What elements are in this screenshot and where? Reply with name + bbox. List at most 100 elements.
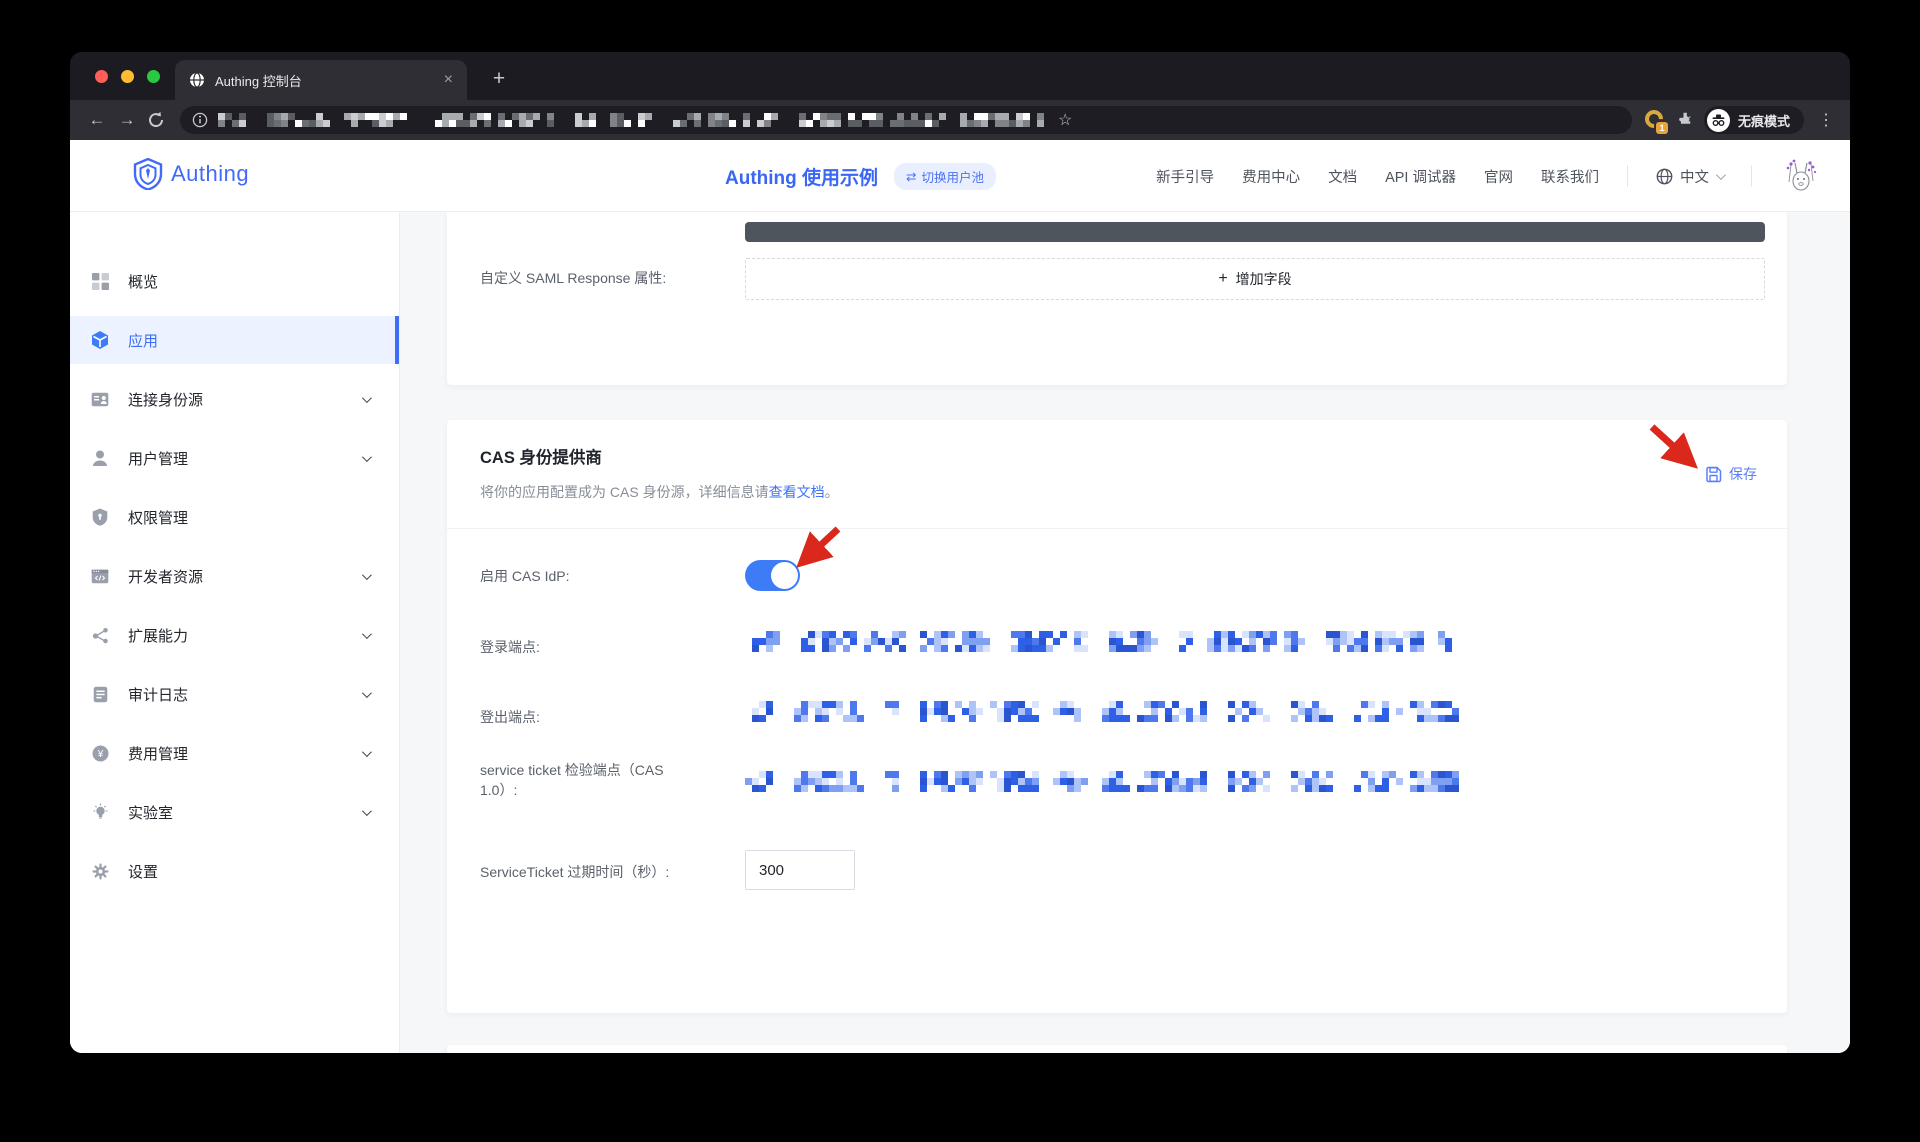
incognito-spy-icon [1707,109,1730,132]
sidebar-item-developer-resources[interactable]: 开发者资源 [70,552,399,600]
avatar-rabbit-illustration [1780,155,1822,197]
sidebar-item-settings[interactable]: 设置 [70,847,399,895]
chevron-down-icon [362,570,372,580]
back-button[interactable]: ← [82,110,112,130]
sidebar-item-audit-logs[interactable]: 审计日志 [70,670,399,718]
nav-item-website[interactable]: 官网 [1484,166,1513,187]
zoom-window-button[interactable] [147,70,160,83]
main-content: 自定义 SAML Response 属性: + 增加字段 CAS 身份提供商 将… [400,212,1850,1053]
sidebar-item-billing[interactable]: ¥ 费用管理 [70,729,399,777]
authing-console-page: Authing Authing 使用示例 ⇄ 切换用户池 新手引导 费用中心 文… [70,140,1850,1053]
divider [1627,165,1628,187]
language-label: 中文 [1680,166,1709,187]
pixelated-login-endpoint-value[interactable] [752,631,1458,653]
sidebar-item-label: 用户管理 [128,448,188,469]
tab-close-icon[interactable]: × [444,72,453,88]
incognito-badge: 无痕模式 [1704,106,1804,134]
sidebar-item-label: 开发者资源 [128,566,203,587]
add-field-button[interactable]: + 增加字段 [745,258,1765,300]
yuan-circle-icon: ¥ [90,743,110,763]
browser-menu-icon[interactable]: ⋮ [1814,110,1838,130]
workspace-title-group: Authing 使用示例 ⇄ 切换用户池 [725,140,996,212]
header-nav: 新手引导 费用中心 文档 API 调试器 官网 联系我们 中文 [1156,140,1822,212]
section-divider [447,528,1787,529]
ticket-check-endpoint-label: service ticket 检验端点（CAS 1.0）: [480,760,698,800]
pixelated-ticket-check-endpoint-value[interactable] [745,771,1472,793]
ticket-expire-label: ServiceTicket 过期时间（秒）: [480,862,735,882]
id-card-icon [90,389,110,409]
nav-item-guide[interactable]: 新手引导 [1156,166,1214,187]
chevron-down-icon [362,629,372,639]
sidebar: 概览 应用 [70,212,400,1053]
minimize-window-button[interactable] [121,70,134,83]
ticket-expire-input[interactable] [745,850,855,890]
switch-pool-label: 切换用户池 [922,167,985,186]
sidebar-item-label: 设置 [128,861,158,882]
macos-traffic-lights [95,70,160,83]
language-selector[interactable]: 中文 [1656,166,1723,187]
logout-endpoint-label: 登出端点: [480,707,540,727]
authing-logo[interactable]: Authing [133,158,249,190]
sidebar-item-label: 扩展能力 [128,625,188,646]
save-label: 保存 [1729,464,1757,484]
next-section-card [447,1045,1787,1053]
nav-item-docs[interactable]: 文档 [1328,166,1357,187]
switch-pool-button[interactable]: ⇄ 切换用户池 [894,163,996,190]
incognito-label: 无痕模式 [1738,111,1790,130]
close-window-button[interactable] [95,70,108,83]
switch-pool-icon: ⇄ [906,169,916,184]
address-bar[interactable]: ☆ [180,106,1632,134]
browser-tab[interactable]: Authing 控制台 × [175,60,467,100]
desc-period: 。 [825,484,839,500]
saml-attr-label: 自定义 SAML Response 属性: [480,268,666,288]
annotation-arrow-to-save [1645,422,1703,470]
page-info-icon[interactable] [192,112,208,128]
sidebar-item-label: 应用 [128,330,158,351]
sidebar-item-extensions[interactable]: 扩展能力 [70,611,399,659]
sidebar-item-permissions[interactable]: 权限管理 [70,493,399,541]
extensions-puzzle-icon[interactable] [1676,111,1694,129]
nav-item-billing-center[interactable]: 费用中心 [1242,166,1300,187]
desc-text: 将你的应用配置成为 CAS 身份源，详细信息请 [480,484,769,500]
view-docs-link[interactable]: 查看文档 [769,484,825,500]
sidebar-item-label: 概览 [128,271,158,292]
reload-button[interactable] [142,111,172,129]
chevron-down-icon [362,806,372,816]
forward-button[interactable]: → [112,110,142,130]
save-button[interactable]: 保存 [1705,464,1757,484]
sidebar-item-user-management[interactable]: 用户管理 [70,434,399,482]
new-tab-button[interactable]: + [485,66,513,94]
cas-section-title: CAS 身份提供商 [480,444,602,468]
user-avatar[interactable] [1780,155,1822,197]
plus-icon: + [1218,270,1227,288]
sidebar-item-label: 实验室 [128,802,173,823]
sidebar-item-identity-sources[interactable]: 连接身份源 [70,375,399,423]
sidebar-item-labs[interactable]: 实验室 [70,788,399,836]
sidebar-item-applications[interactable]: 应用 [70,316,399,364]
browser-tab-bar: Authing 控制台 × + [70,52,1850,100]
cas-section-description: 将你的应用配置成为 CAS 身份源，详细信息请查看文档。 [480,482,839,502]
brand-name: Authing [171,161,249,187]
workspace-title: Authing 使用示例 [725,163,878,190]
annotation-arrow-to-toggle [791,524,845,568]
toolbar-right-icons: 1 无痕模式 [1644,106,1838,134]
login-endpoint-label: 登录端点: [480,637,540,657]
code-editor-bottom-bar [745,222,1765,242]
chevron-down-icon [362,688,372,698]
nav-item-api-debugger[interactable]: API 调试器 [1385,166,1456,187]
extension-icon[interactable]: 1 [1644,109,1666,131]
sidebar-item-overview[interactable]: 概览 [70,257,399,305]
bulb-icon [90,802,110,822]
app-cube-icon [90,330,110,350]
pixelated-logout-endpoint-value[interactable] [745,701,1462,723]
user-icon [90,448,110,468]
sidebar-item-label: 审计日志 [128,684,188,705]
nav-item-contact[interactable]: 联系我们 [1541,166,1599,187]
enable-cas-label: 启用 CAS IdP: [480,566,569,586]
bookmark-star-icon[interactable]: ☆ [1058,110,1072,130]
cas-idp-card: CAS 身份提供商 将你的应用配置成为 CAS 身份源，详细信息请查看文档。 保… [447,420,1787,1013]
chevron-down-icon [362,393,372,403]
divider [1751,165,1752,187]
grid-icon [90,271,110,291]
save-floppy-icon [1705,466,1722,483]
